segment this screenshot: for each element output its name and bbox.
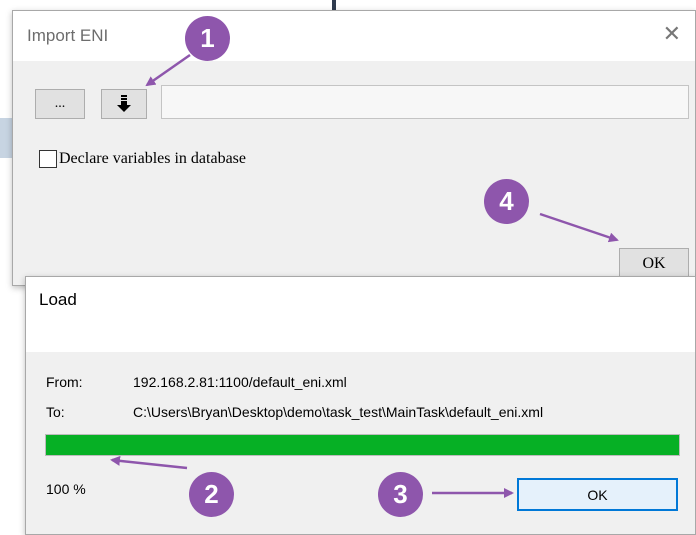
step-badge-1: 1 <box>185 16 230 61</box>
step-badge-4: 4 <box>484 179 529 224</box>
arrow-4 <box>539 212 619 243</box>
step-badge-3: 3 <box>378 472 423 517</box>
step-badge-2: 2 <box>189 472 234 517</box>
arrow-1 <box>145 53 191 87</box>
arrow-2 <box>110 455 188 470</box>
annotation-arrows <box>110 53 619 498</box>
